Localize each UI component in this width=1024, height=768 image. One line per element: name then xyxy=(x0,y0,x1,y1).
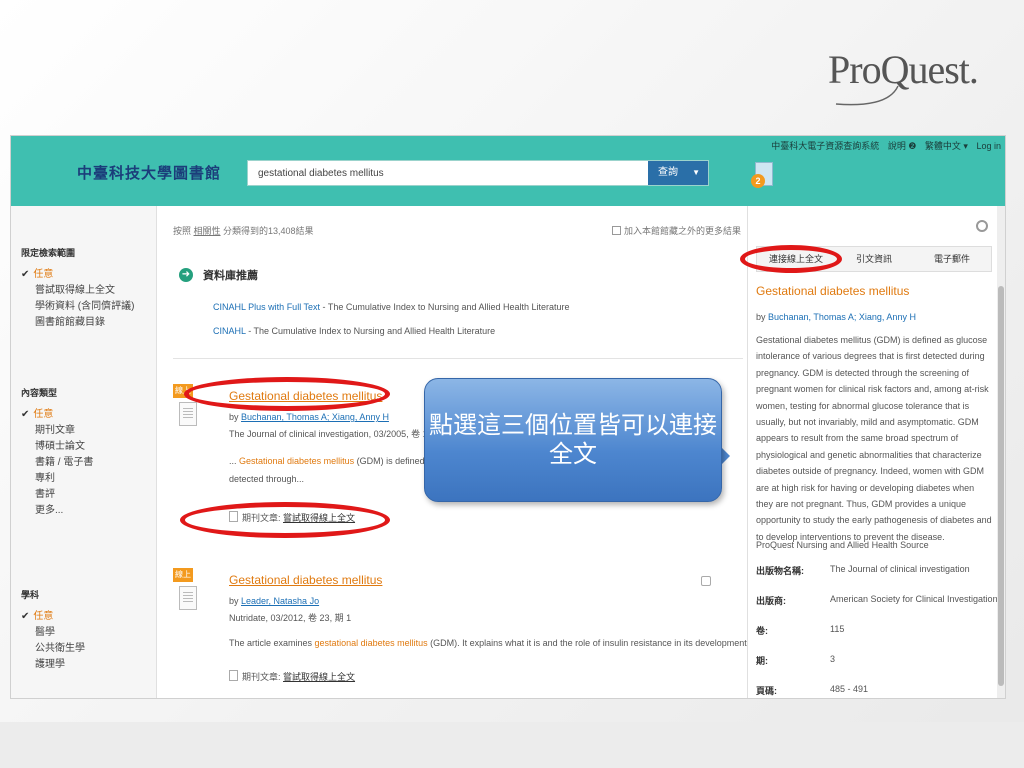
folder-count-badge: 2 xyxy=(751,174,765,188)
database-recommendation-title: 資料庫推薦 xyxy=(203,270,258,282)
scrollbar-thumb[interactable] xyxy=(998,286,1004,686)
callout-text: 點選這三個位置皆可以連接全文 xyxy=(429,411,717,468)
record-snippet: The article examines gestational diabete… xyxy=(229,638,755,648)
filter-group-title: 內容類型 xyxy=(21,388,58,398)
lock-icon xyxy=(701,576,711,586)
filter-group-title: 學科 xyxy=(21,590,40,600)
top-link-login[interactable]: Log in xyxy=(976,141,1001,151)
document-icon xyxy=(179,586,197,610)
filter-type-more[interactable]: 更多... xyxy=(21,503,93,519)
filter-subject-public-health[interactable]: 公共衛生學 xyxy=(21,641,85,657)
highlight-ellipse-tab xyxy=(740,245,842,273)
top-link-help[interactable]: 說明 ❷ xyxy=(888,141,917,151)
filter-scope-any[interactable]: ✔ 任意 xyxy=(21,267,134,283)
recommend-arrow-icon: ➜ xyxy=(179,268,193,282)
document-icon xyxy=(179,402,197,426)
preview-authors: by Buchanan, Thomas A; Xiang, Anny H xyxy=(756,312,916,322)
top-link-system[interactable]: 中臺科大電子資源查詢系統 xyxy=(771,141,879,151)
expand-results-checkbox[interactable]: 加入本館館藏之外的更多結果 xyxy=(611,224,741,237)
check-icon: ✔ xyxy=(21,409,30,420)
gear-icon[interactable] xyxy=(976,220,988,232)
record-authors: by Leader, Natasha Jo xyxy=(229,596,320,606)
filter-scope-scholarly[interactable]: 學術資料 (含同儕評議) xyxy=(21,299,134,315)
online-badge: 線上 xyxy=(173,568,193,582)
filter-scope-fulltext[interactable]: 嘗試取得線上全文 xyxy=(21,283,134,299)
preview-title[interactable]: Gestational diabetes mellitus xyxy=(756,284,909,298)
search-input[interactable] xyxy=(256,161,650,185)
record-authors: by Buchanan, Thomas A; Xiang, Anny H xyxy=(229,412,389,422)
author-link[interactable]: Buchanan, Thomas A; Xiang, Anny H xyxy=(241,412,389,422)
top-link-language[interactable]: 繁體中文 ▾ xyxy=(925,141,968,151)
tab-citation[interactable]: 引文資訊 xyxy=(835,247,913,271)
record-title-link[interactable]: Gestational diabetes mellitus xyxy=(229,573,382,587)
filter-subject-nursing[interactable]: 護理學 xyxy=(21,657,85,673)
filter-type-book[interactable]: 書籍 / 電子書 xyxy=(21,455,93,471)
top-links: 中臺科大電子資源查詢系統 說明 ❷ 繁體中文 ▾ Log in xyxy=(765,139,1001,152)
database-link-cinahl-plus[interactable]: CINAHL Plus with Full Text - The Cumulat… xyxy=(213,302,570,312)
sort-relevance-link[interactable]: 相關性 xyxy=(194,226,221,236)
filter-scope-catalog[interactable]: 圖書館館藏目錄 xyxy=(21,315,134,331)
checkbox-icon xyxy=(611,226,621,235)
search-button-label: 查詢 xyxy=(658,167,678,178)
filter-type-any[interactable]: ✔ 任意 xyxy=(21,407,93,423)
filter-group-title: 限定檢索範圍 xyxy=(21,248,76,258)
filter-type-thesis[interactable]: 博碩士論文 xyxy=(21,439,93,455)
preview-scrollbar[interactable] xyxy=(997,206,1005,698)
highlight-ellipse-title xyxy=(184,377,390,411)
annotation-callout: 點選這三個位置皆可以連接全文 xyxy=(424,378,722,502)
record-publication: Nutridate, 03/2012, 卷 23, 期 1 xyxy=(229,613,352,623)
filter-subject-any[interactable]: ✔ 任意 xyxy=(21,609,85,625)
check-icon: ✔ xyxy=(21,269,30,280)
filter-group-scope: 限定檢索範圍 ✔ 任意 嘗試取得線上全文 學術資料 (含同儕評議) 圖書館館藏目錄 xyxy=(21,246,134,331)
my-folder-icon[interactable]: 2 xyxy=(751,162,773,188)
author-link[interactable]: Leader, Natasha Jo xyxy=(241,596,319,606)
library-logo[interactable]: 中臺科技大學圖書館 xyxy=(77,162,221,183)
app-header: 中臺科大電子資源查詢系統 說明 ❷ 繁體中文 ▾ Log in 中臺科技大學圖書… xyxy=(11,136,1005,206)
filter-type-journal[interactable]: 期刊文章 xyxy=(21,423,93,439)
filter-subject-medicine[interactable]: 醫學 xyxy=(21,625,85,641)
preview-panel: 連接線上全文 引文資訊 電子郵件 Gestational diabetes me… xyxy=(747,206,998,698)
author-link[interactable]: Buchanan, Thomas A; Xiang, Anny H xyxy=(768,312,916,322)
record-fulltext: 期刊文章: 嘗試取得線上全文 xyxy=(229,670,355,683)
proquest-swoosh-icon xyxy=(835,85,899,106)
filter-type-patent[interactable]: 專利 xyxy=(21,471,93,487)
fulltext-link[interactable]: 嘗試取得線上全文 xyxy=(283,672,355,682)
filter-sidebar: 限定檢索範圍 ✔ 任意 嘗試取得線上全文 學術資料 (含同儕評議) 圖書館館藏目錄… xyxy=(11,206,157,698)
filter-type-review[interactable]: 書評 xyxy=(21,487,93,503)
preview-abstract: Gestational diabetes mellitus (GDM) is d… xyxy=(756,335,992,542)
search-box: 查詢 ▼ xyxy=(247,160,709,186)
tab-email[interactable]: 電子郵件 xyxy=(913,247,991,271)
slide-footer-band xyxy=(0,722,1024,768)
preview-source: ProQuest Nursing and Allied Health Sourc… xyxy=(756,540,929,550)
filter-group-subject: 學科 ✔ 任意 醫學 公共衛生學 護理學 xyxy=(21,588,85,673)
check-icon: ✔ xyxy=(21,611,30,622)
database-link-cinahl[interactable]: CINAHL - The Cumulative Index to Nursing… xyxy=(213,326,495,336)
result-count: 按照 相關性 分類得到的13,408結果 xyxy=(173,226,314,236)
page-icon xyxy=(229,670,238,681)
divider xyxy=(173,358,743,359)
filter-group-content-type: 內容類型 ✔ 任意 期刊文章 博碩士論文 書籍 / 電子書 專利 書評 更多... xyxy=(21,386,93,519)
search-button[interactable]: 查詢 ▼ xyxy=(648,161,708,185)
search-options-chevron-down-icon[interactable]: ▼ xyxy=(692,161,700,185)
proquest-logo: ProQuest. xyxy=(828,46,988,120)
highlight-ellipse-fulltext xyxy=(180,502,390,538)
